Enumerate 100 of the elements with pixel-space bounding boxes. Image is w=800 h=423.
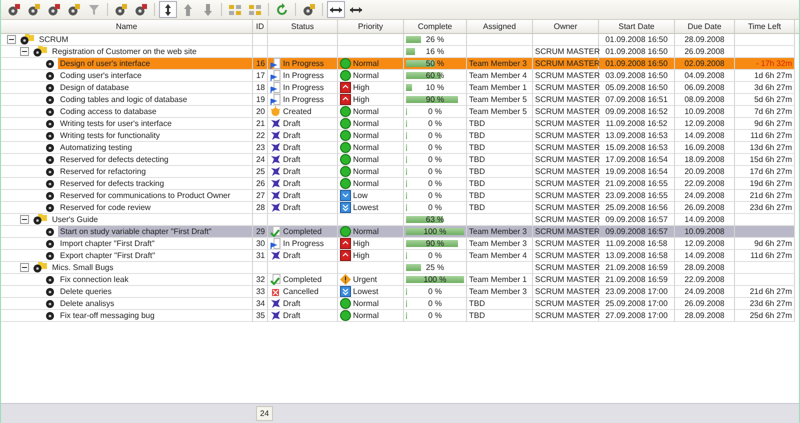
table-cell: 21d 6h 27m: [735, 190, 795, 202]
task-name[interactable]: Coding access to database: [58, 106, 252, 117]
column-header[interactable]: Start Date: [599, 20, 675, 33]
toolbar-button[interactable]: [327, 1, 345, 18]
task-name[interactable]: Mics. Small Bugs: [50, 262, 252, 273]
percent-text: 90 %: [426, 238, 444, 249]
collapse-icon[interactable]: [7, 35, 16, 44]
table-cell: SCRUM MASTER: [533, 106, 599, 118]
table-cell: 21: [253, 118, 268, 130]
table-cell: 01.09.2008 16:50: [599, 58, 675, 70]
table-cell: Team Member 1: [467, 274, 533, 286]
table-cell: 09.09.2008 16:57: [599, 226, 675, 238]
table-cell: 19: [253, 94, 268, 106]
priority-text: Normal: [353, 154, 379, 165]
table-cell: SCRUM MASTER: [533, 166, 599, 178]
table-cell: SCRUM MASTER: [533, 250, 599, 262]
grid-icon: [228, 2, 242, 16]
priority-text: Low: [353, 190, 368, 201]
task-name[interactable]: Reserved for communications to Product Owner: [58, 190, 252, 201]
table-cell: 17.09.2008 16:54: [599, 154, 675, 166]
task-name[interactable]: Reserved for defects detecting: [58, 154, 252, 165]
task-name[interactable]: SCRUM: [37, 34, 252, 45]
table-cell: 28.09.2008: [675, 34, 735, 46]
priority-text: High: [353, 250, 370, 261]
task-name[interactable]: Fix connection leak: [58, 274, 252, 285]
gear-icon: [27, 2, 41, 16]
table-cell: 21.09.2008 16:59: [599, 262, 675, 274]
column-header[interactable]: Status: [268, 20, 338, 33]
column-header[interactable]: Assigned: [467, 20, 533, 33]
priority-text: Normal: [353, 106, 379, 117]
task-name[interactable]: Writing tests for user's interface: [58, 118, 252, 129]
status-text: Cancelled: [283, 286, 319, 297]
percent-text: 10 %: [426, 82, 444, 93]
column-header[interactable]: Priority: [338, 20, 404, 33]
column-header[interactable]: Due Date: [675, 20, 735, 33]
task-name[interactable]: Delete analisys: [58, 298, 252, 309]
table-cell: 31: [253, 250, 268, 262]
gear-icon: [114, 2, 128, 16]
task-name[interactable]: Delete queries: [58, 286, 252, 297]
task-name[interactable]: Start on study variable chapter "First Draft": [58, 226, 252, 237]
task-name[interactable]: Coding user's interface: [58, 70, 252, 81]
table-cell: 12.09.2008: [675, 118, 735, 130]
gear-icon: [67, 2, 81, 16]
collapse-icon[interactable]: [20, 47, 29, 56]
table-cell: 25.09.2008 17:00: [599, 298, 675, 310]
table-cell: SCRUM MASTER: [533, 202, 599, 214]
table-cell: TBD: [467, 190, 533, 202]
table-cell: Team Member 3: [467, 226, 533, 238]
collapse-icon[interactable]: [20, 215, 29, 224]
table-cell: 35: [253, 310, 268, 322]
table-cell: 33: [253, 286, 268, 298]
task-name[interactable]: User's Guide: [50, 214, 252, 225]
percent-text: 0 %: [428, 178, 442, 189]
table-cell: SCRUM MASTER: [533, 286, 599, 298]
column-header[interactable]: Complete: [404, 20, 467, 33]
table-cell: 26.09.2008: [675, 298, 735, 310]
task-name[interactable]: Reserved for refactoring: [58, 166, 252, 177]
table-cell: 26: [253, 178, 268, 190]
task-name[interactable]: Automatizing testing: [58, 142, 252, 153]
task-name[interactable]: Import chapter "First Draft": [58, 238, 252, 249]
table-cell: SCRUM MASTER: [533, 118, 599, 130]
priority-text: Normal: [353, 58, 379, 69]
percent-text: 0 %: [428, 190, 442, 201]
table-cell: 32: [253, 274, 268, 286]
column-header[interactable]: Time Left: [735, 20, 795, 33]
table-cell: 09.09.2008 16:52: [599, 106, 675, 118]
task-name[interactable]: Export chapter "First Draft": [58, 250, 252, 261]
table-cell: 19d 6h 27m: [735, 178, 795, 190]
task-name[interactable]: Design of database: [58, 82, 252, 93]
table-cell: 23: [253, 142, 268, 154]
task-name[interactable]: Design of user's interface: [58, 58, 252, 69]
table-cell: SCRUM MASTER: [533, 82, 599, 94]
task-name[interactable]: Reserved for code review: [58, 202, 252, 213]
table-cell: 06.09.2008: [675, 82, 735, 94]
priority-text: Normal: [353, 178, 379, 189]
column-header[interactable]: Owner: [533, 20, 599, 33]
table-cell: 25.09.2008 16:56: [599, 202, 675, 214]
table-cell: SCRUM MASTER: [533, 130, 599, 142]
percent-text: 0 %: [428, 118, 442, 129]
task-name[interactable]: Writing tests for functionality: [58, 130, 252, 141]
column-header[interactable]: Name: [1, 20, 253, 33]
table-cell: 5d 6h 27m: [735, 94, 795, 106]
table-cell: 25d 6h 27m: [735, 310, 795, 322]
toolbar-button[interactable]: [159, 1, 177, 18]
percent-text: 0 %: [428, 166, 442, 177]
table-cell: 11.09.2008 16:58: [599, 238, 675, 250]
priority-text: High: [353, 82, 370, 93]
table-cell: 05.09.2008 16:50: [599, 82, 675, 94]
column-header[interactable]: ID: [253, 20, 268, 33]
task-name[interactable]: Fix tear-off messaging bug: [58, 310, 252, 321]
task-name[interactable]: Coding tables and logic of database: [58, 94, 252, 105]
task-name[interactable]: Registration of Customer on the web site: [50, 46, 252, 57]
table-cell: 19.09.2008 16:54: [599, 166, 675, 178]
collapse-icon[interactable]: [20, 263, 29, 272]
grid-icon: [248, 2, 262, 16]
table-cell: 17: [253, 70, 268, 82]
task-name[interactable]: Reserved for defects tracking: [58, 178, 252, 189]
status-text: In Progress: [283, 238, 324, 249]
table-cell: SCRUM MASTER: [533, 142, 599, 154]
table-cell: SCRUM MASTER: [533, 274, 599, 286]
